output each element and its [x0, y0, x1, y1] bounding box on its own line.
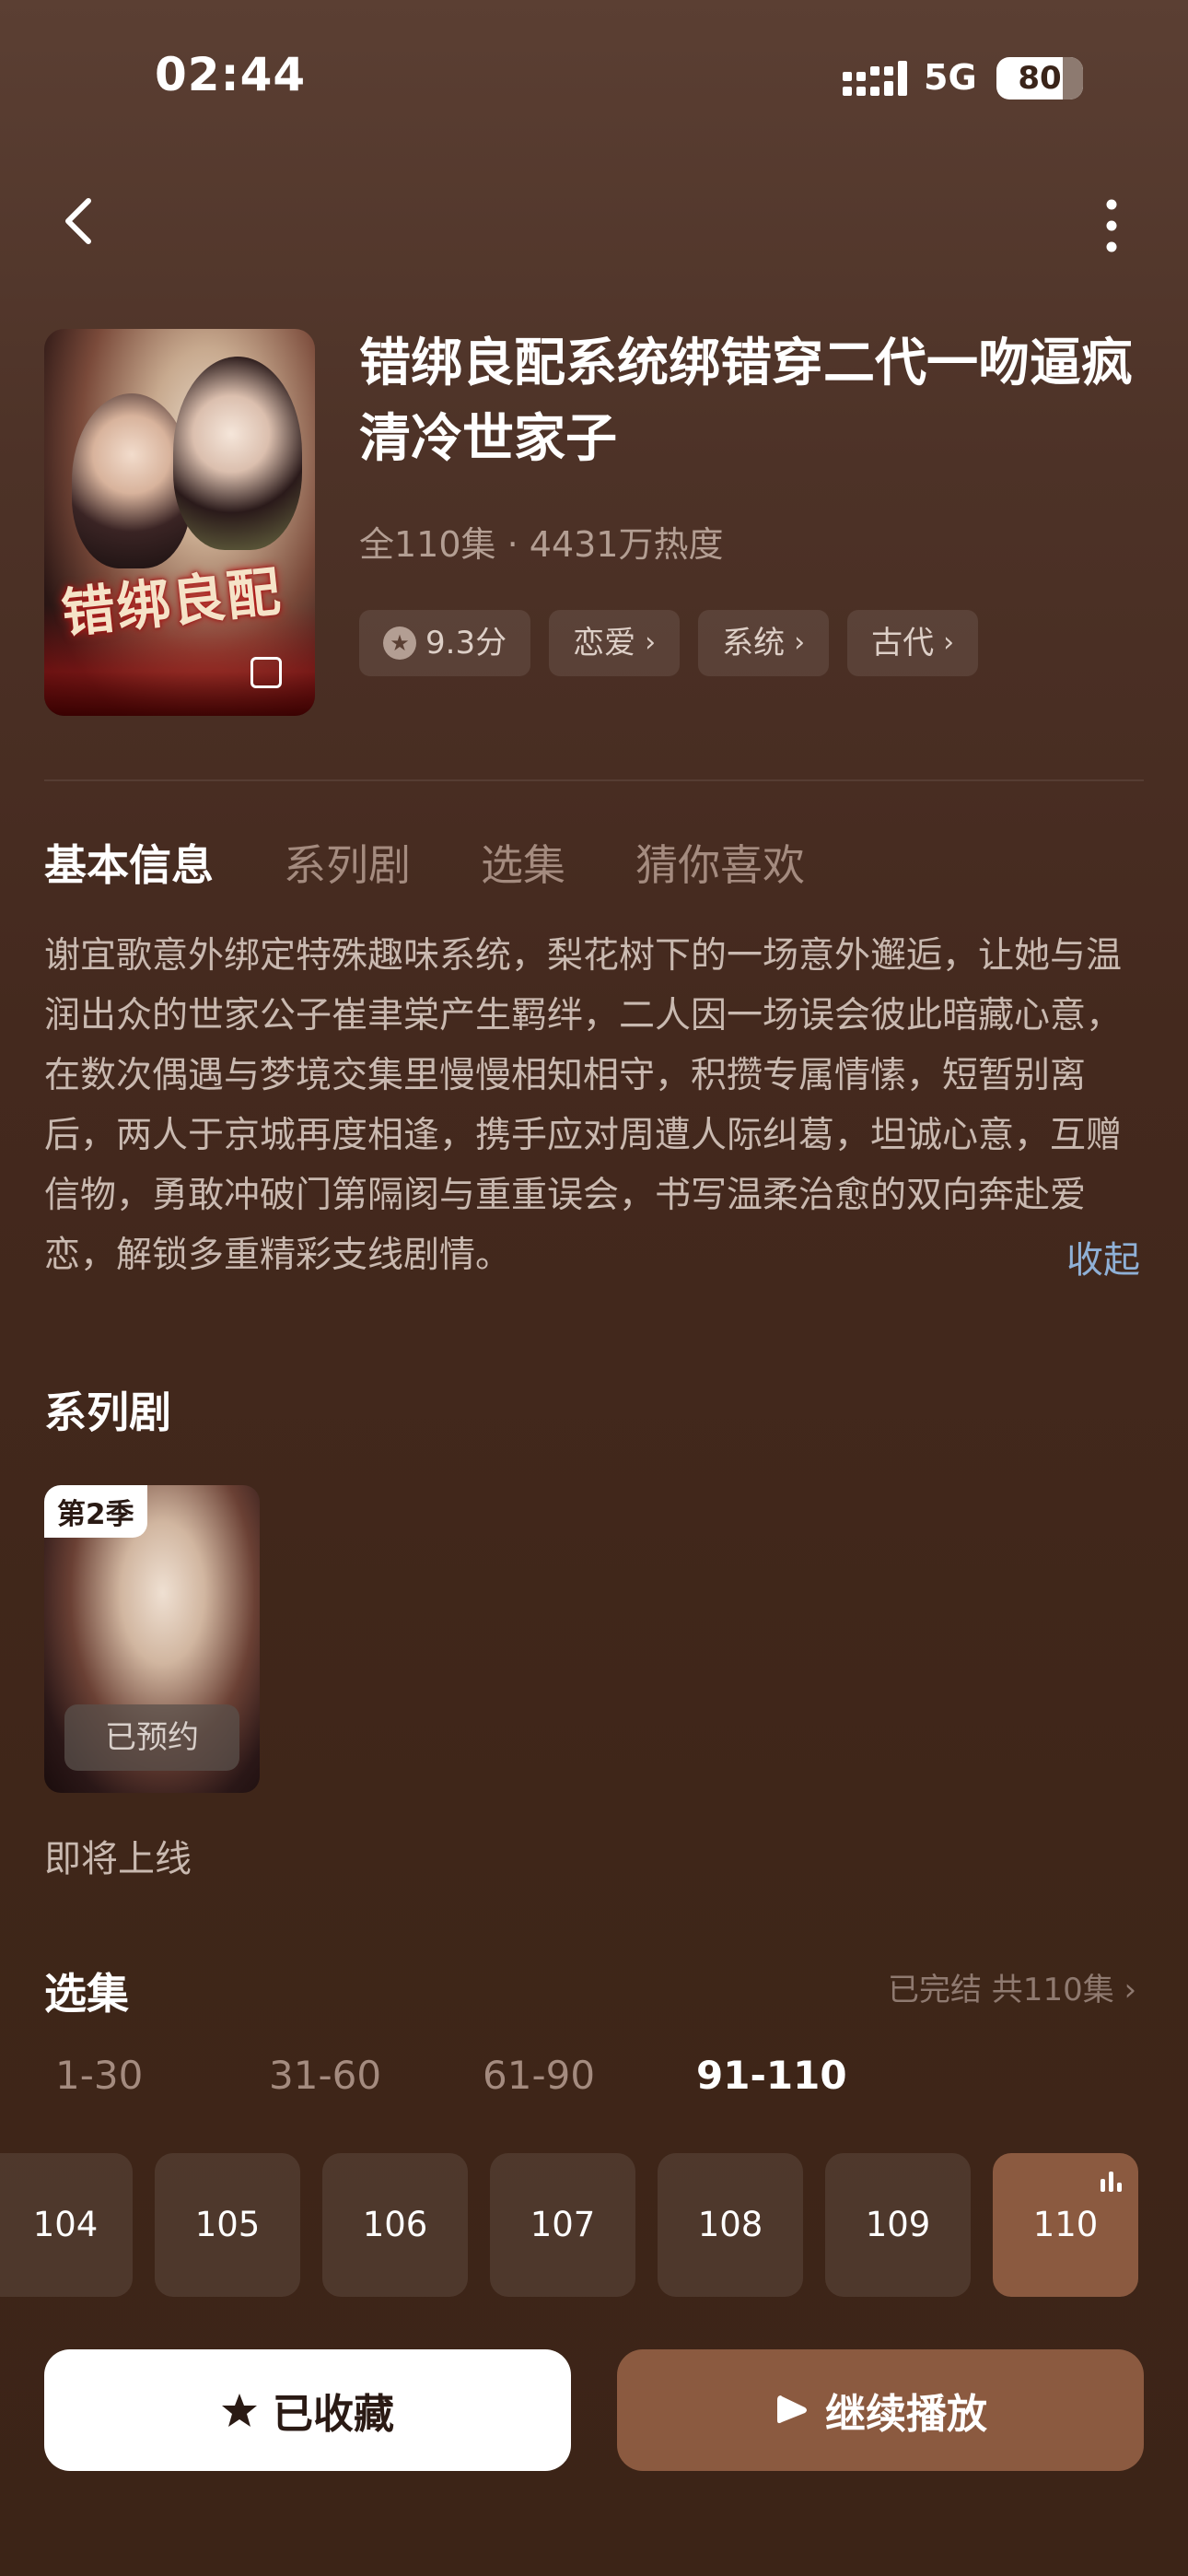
episode-number: 110 [1032, 2205, 1099, 2244]
tab-recommend[interactable]: 猜你喜欢 [635, 832, 805, 893]
range-tab[interactable]: 1-30 [55, 2053, 269, 2098]
tag-label: 系统 [722, 625, 786, 662]
episodes-summary-link[interactable]: 已完结 共110集 › [888, 1964, 1136, 2009]
episode-item[interactable]: 108 [658, 2153, 803, 2297]
battery-level: 80 [1018, 60, 1062, 97]
signal-icon [843, 61, 907, 96]
cover-badge-icon [250, 657, 282, 688]
tab-episodes[interactable]: 选集 [481, 832, 565, 893]
battery-icon: 80 [996, 57, 1083, 100]
tag-romance[interactable]: 恋爱 › [549, 610, 681, 676]
rating-tag: ★ 9.3分 [359, 610, 531, 676]
episode-item-current[interactable]: 110 [993, 2153, 1138, 2297]
range-tab-active[interactable]: 91-110 [696, 2053, 910, 2098]
reserve-button[interactable]: 已预约 [64, 1704, 239, 1771]
status-time: 02:44 [155, 48, 307, 101]
play-label: 继续播放 [825, 2391, 987, 2438]
range-tab[interactable]: 31-60 [269, 2053, 483, 2098]
tab-basic-info[interactable]: 基本信息 [44, 832, 214, 893]
star-icon [222, 2394, 257, 2427]
episode-item[interactable]: 105 [155, 2153, 300, 2297]
episodes-summary: 已完结 共110集 [888, 1972, 1114, 2008]
episode-item[interactable]: 107 [490, 2153, 635, 2297]
more-options-icon[interactable] [1089, 193, 1135, 258]
cover-figure [173, 357, 302, 550]
series-status: 即将上线 [44, 1838, 192, 1880]
episode-list: 104 105 106 107 108 109 110 [0, 2153, 1138, 2297]
episode-item[interactable]: 109 [825, 2153, 971, 2297]
season-badge: 第2季 [44, 1485, 147, 1538]
episode-item[interactable]: 104 [0, 2153, 133, 2297]
range-tab[interactable]: 61-90 [483, 2053, 696, 2098]
chevron-right-icon: › [794, 626, 806, 659]
rating-value: 9.3分 [425, 625, 507, 662]
play-icon [777, 2395, 807, 2424]
description: 谢宜歌意外绑定特殊趣味系统，梨花树下的一场意外邂逅，让她与温润出众的世家公子崔聿… [44, 935, 1123, 1276]
rating-star-icon: ★ [383, 626, 416, 660]
back-button[interactable] [53, 193, 109, 249]
favorite-button[interactable]: 已收藏 [44, 2349, 571, 2471]
drama-cover[interactable]: 错绑良配 [44, 329, 315, 716]
episode-range-tabs: 1-30 31-60 61-90 91-110 [55, 2053, 910, 2098]
continue-play-button[interactable]: 继续播放 [617, 2349, 1144, 2471]
chevron-right-icon: › [1124, 1972, 1137, 2008]
tag-list: ★ 9.3分 恋爱 › 系统 › 古代 › [359, 610, 979, 676]
tag-label: 古代 [871, 625, 935, 662]
collapse-link[interactable]: 收起 [1066, 1230, 1140, 1283]
drama-title: 错绑良配系统绑错穿二代一吻逼疯清冷世家子 [359, 334, 1133, 469]
tab-series[interactable]: 系列剧 [284, 832, 411, 893]
series-card[interactable]: 第2季 已预约 [44, 1485, 260, 1793]
tab-bar: 基本信息 系列剧 选集 猜你喜欢 [44, 832, 805, 893]
playing-icon [1101, 2172, 1122, 2192]
episodes-section-title: 选集 [44, 1969, 129, 2019]
network-label: 5G [924, 57, 977, 98]
tag-system[interactable]: 系统 › [698, 610, 830, 676]
favorite-label: 已收藏 [273, 2391, 394, 2438]
tag-ancient[interactable]: 古代 › [847, 610, 979, 676]
series-section-title: 系列剧 [44, 1388, 171, 1437]
drama-meta: 全110集 · 4431万热度 [359, 524, 724, 565]
chevron-right-icon: › [645, 626, 657, 659]
divider [44, 779, 1144, 781]
episode-item[interactable]: 106 [322, 2153, 468, 2297]
tag-label: 恋爱 [573, 625, 636, 662]
chevron-right-icon: › [943, 626, 955, 659]
